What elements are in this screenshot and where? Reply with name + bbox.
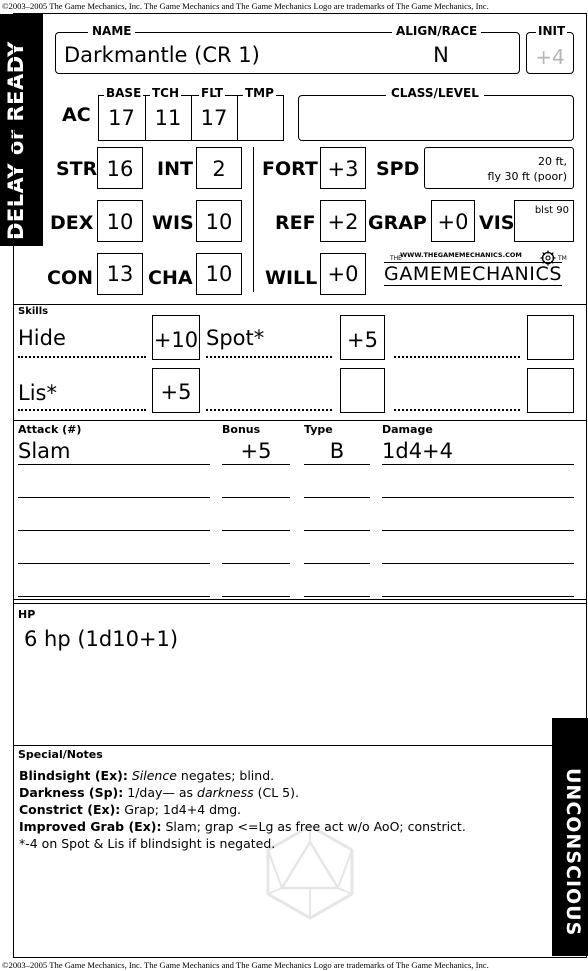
- con-label: CON: [47, 267, 93, 289]
- ref-value: +2: [327, 210, 359, 234]
- init-value: +4: [535, 45, 565, 69]
- stat-card: ©2003–2005 The Game Mechanics, Inc. The …: [0, 0, 588, 971]
- dex-box: 10: [97, 200, 143, 242]
- game-mechanics-logo: WWW.THEGAMEMECHANICS.COM THE GAMEMECHANI…: [376, 250, 576, 296]
- dex-label: DEX: [50, 212, 94, 234]
- cha-label: CHA: [148, 267, 193, 289]
- spd-label: SPD: [376, 158, 420, 180]
- class-level-label: CLASS/LEVEL: [386, 86, 484, 100]
- note-line: Darkness (Sp): 1/day— as darkness (CL 5)…: [19, 785, 299, 800]
- wis-label: WIS: [152, 212, 194, 234]
- ref-box: +2: [320, 200, 366, 242]
- ac-touch-value: 11: [154, 106, 182, 130]
- attack-name: Slam: [18, 439, 71, 463]
- note-line: *-4 on Spot & Lis if blindsight is negat…: [19, 836, 276, 851]
- dex-value: 10: [106, 210, 134, 234]
- ac-label: AC: [62, 104, 91, 126]
- skill-value-box: +5: [152, 368, 200, 413]
- cha-box: 10: [196, 253, 242, 295]
- note-line: Improved Grab (Ex): Slam; grap <=Lg as f…: [19, 819, 466, 834]
- fort-box: +3: [320, 147, 366, 189]
- type-label: Type: [304, 423, 333, 436]
- skill-value: +5: [160, 380, 192, 404]
- attack-damage: 1d4+4: [382, 439, 454, 463]
- str-box: 16: [97, 147, 143, 189]
- wis-value: 10: [205, 210, 233, 234]
- copyright-top: ©2003–2005 The Game Mechanics, Inc. The …: [2, 1, 489, 11]
- attack-type: B: [329, 439, 345, 463]
- gear-icon: [540, 250, 556, 266]
- attack-bonus: +5: [240, 439, 272, 463]
- init-box: +4: [526, 32, 574, 74]
- notes-text: Blindsight (Ex): Silence negates; blind.…: [19, 767, 466, 852]
- init-label: INIT: [536, 24, 568, 38]
- skill-name: Lis*: [18, 381, 57, 405]
- alignment-value: N: [433, 43, 449, 67]
- ac-base-value: 17: [108, 106, 135, 130]
- align-race-label: ALIGN/RACE: [392, 24, 482, 38]
- spd-line2: fly 30 ft (poor): [487, 170, 567, 183]
- skill-value-box: +5: [340, 315, 385, 360]
- skill-value-box: +10: [152, 315, 200, 360]
- con-value: 13: [106, 262, 134, 286]
- skill-name: Spot*: [206, 326, 265, 350]
- ac-base-label: BASE: [104, 86, 144, 100]
- con-box: 13: [97, 253, 143, 295]
- ac-temp-label: TMP: [243, 86, 276, 100]
- vis-label: VIS: [479, 212, 515, 234]
- name-box: Darkmantle (CR 1) N: [55, 32, 520, 74]
- ac-flat-label: FLT: [199, 86, 226, 100]
- logo-wordmark: GAMEMECHANICS: [384, 262, 563, 286]
- ref-label: REF: [275, 212, 316, 234]
- ac-touch-label: TCH: [150, 86, 182, 100]
- grap-box: +0: [431, 200, 475, 242]
- skill-value: +10: [153, 328, 199, 352]
- skill-value: +5: [347, 328, 378, 352]
- creature-name: Darkmantle (CR 1): [64, 43, 260, 67]
- int-value: 2: [212, 157, 226, 181]
- int-label: INT: [157, 158, 193, 180]
- bonus-label: Bonus: [222, 423, 261, 436]
- wis-box: 10: [196, 200, 242, 242]
- skill-value-box: [527, 315, 574, 360]
- copyright-bottom: ©2003–2005 The Game Mechanics, Inc. The …: [2, 960, 489, 970]
- spd-line1: 20 ft,: [538, 155, 567, 168]
- vis-value: blst 90: [534, 205, 569, 216]
- logo-tm: TM: [558, 255, 567, 262]
- note-line: Constrict (Ex): Grap; 1d4+4 dmg.: [19, 802, 242, 817]
- attack-label: Attack (#): [18, 423, 82, 436]
- will-box: +0: [320, 253, 366, 295]
- vis-box: blst 90: [514, 200, 574, 242]
- grap-value: +0: [437, 210, 469, 234]
- name-label: NAME: [88, 24, 136, 38]
- skill-value-box: [527, 368, 574, 413]
- skills-label: Skills: [18, 306, 49, 317]
- grap-label: GRAP: [368, 212, 427, 234]
- int-box: 2: [196, 147, 242, 189]
- spd-box: 20 ft, fly 30 ft (poor): [424, 147, 574, 189]
- hp-label: HP: [18, 608, 36, 621]
- will-label: WILL: [265, 267, 318, 289]
- skill-name: Hide: [18, 326, 66, 350]
- damage-label: Damage: [382, 423, 433, 436]
- str-label: STR: [56, 158, 98, 180]
- skill-value-box: [340, 368, 385, 413]
- class-level-box: [298, 95, 574, 141]
- fort-label: FORT: [262, 158, 318, 180]
- fort-value: +3: [327, 157, 359, 181]
- str-value: 16: [106, 157, 134, 181]
- will-value: +0: [327, 262, 359, 286]
- logo-the: THE: [390, 255, 402, 262]
- ac-flat-value: 17: [200, 106, 228, 130]
- logo-url: WWW.THEGAMEMECHANICS.COM: [400, 251, 522, 259]
- notes-label: Special/Notes: [18, 748, 103, 761]
- note-line: Blindsight (Ex): Silence negates; blind.: [19, 768, 275, 783]
- hp-value: 6 hp (1d10+1): [24, 627, 179, 651]
- cha-value: 10: [205, 262, 233, 286]
